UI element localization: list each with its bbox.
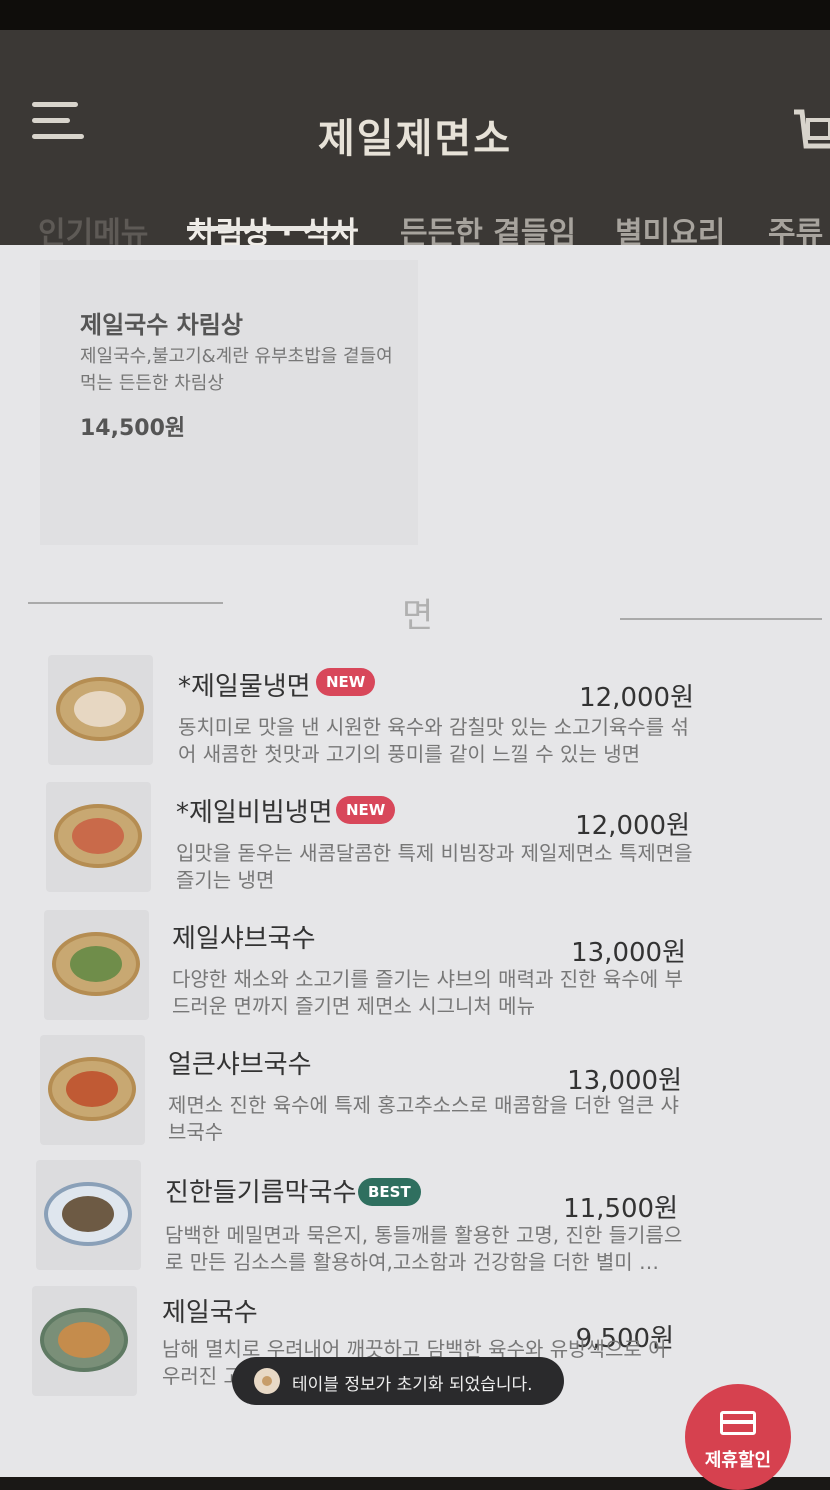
item-name[interactable]: *제일물냉면 bbox=[178, 666, 311, 703]
header-bar: 제일제면소 인기메뉴 차림상 · 식사 든든한 곁들임 별미요리 주류 bbox=[0, 30, 830, 251]
section-title-noodles: 면 bbox=[402, 596, 434, 636]
item-name[interactable]: 얼큰샤브국수 bbox=[168, 1044, 312, 1081]
item-thumbnail[interactable] bbox=[40, 1035, 145, 1145]
set-menu-description: 제일국수,불고기&계란 유부초밥을 곁들여 먹는 든든한 차림상 bbox=[80, 346, 393, 394]
new-badge: NEW bbox=[336, 796, 396, 824]
info-icon bbox=[254, 1368, 280, 1394]
item-price: 12,000원 bbox=[575, 811, 690, 841]
card-icon bbox=[720, 1411, 756, 1435]
item-thumbnail[interactable] bbox=[32, 1286, 137, 1396]
store-title: 제일제면소 bbox=[318, 115, 512, 162]
item-name[interactable]: 진한들기름막국수 bbox=[165, 1172, 356, 1209]
discount-label: 제휴할인 bbox=[704, 1450, 772, 1471]
item-thumbnail[interactable] bbox=[44, 910, 149, 1020]
item-name[interactable]: 제일국수 bbox=[162, 1292, 258, 1329]
item-price: 11,500원 bbox=[563, 1194, 678, 1224]
toast-notification: 테이블 정보가 초기화 되었습니다. bbox=[232, 1357, 564, 1405]
item-name[interactable]: 제일샤브국수 bbox=[172, 918, 316, 955]
new-badge: NEW bbox=[316, 668, 376, 696]
set-menu-card[interactable] bbox=[40, 260, 418, 545]
item-thumbnail[interactable] bbox=[48, 655, 153, 765]
item-name[interactable]: *제일비빔냉면 bbox=[176, 792, 333, 829]
best-badge: BEST bbox=[358, 1178, 421, 1206]
active-tab-indicator bbox=[187, 226, 353, 231]
item-description: 담백한 메밀면과 묵은지, 통들깨를 활용한 고명, 진한 들기름으로 만든 김… bbox=[165, 1223, 683, 1274]
toast-message: 테이블 정보가 초기화 되었습니다. bbox=[292, 1375, 533, 1395]
cart-icon[interactable] bbox=[790, 106, 830, 156]
set-menu-price: 14,500원 bbox=[80, 416, 186, 441]
item-price: 13,000원 bbox=[571, 938, 686, 968]
hamburger-menu-icon[interactable] bbox=[32, 102, 84, 142]
item-thumbnail[interactable] bbox=[46, 782, 151, 892]
section-divider-right bbox=[620, 618, 822, 620]
item-description: 입맛을 돋우는 새콤달콤한 특제 비빔장과 제일제면소 특제면을 즐기는 냉면 bbox=[176, 841, 693, 892]
item-thumbnail[interactable] bbox=[36, 1160, 141, 1270]
item-price: 12,000원 bbox=[579, 683, 694, 713]
item-description: 동치미로 맛을 낸 시원한 육수와 감칠맛 있는 소고기육수를 섞어 새콤한 첫… bbox=[178, 715, 689, 766]
section-divider-left bbox=[28, 602, 223, 604]
item-description: 제면소 진한 육수에 특제 홍고추소스로 매콤함을 더한 얼큰 샤브국수 bbox=[168, 1093, 679, 1144]
set-menu-title: 제일국수 차림상 bbox=[80, 311, 243, 339]
top-bezel bbox=[0, 0, 830, 30]
item-description: 다양한 채소와 소고기를 즐기는 샤브의 매력과 진한 육수에 부드러운 면까지… bbox=[172, 967, 683, 1018]
partner-discount-button[interactable]: 제휴할인 bbox=[685, 1384, 791, 1490]
